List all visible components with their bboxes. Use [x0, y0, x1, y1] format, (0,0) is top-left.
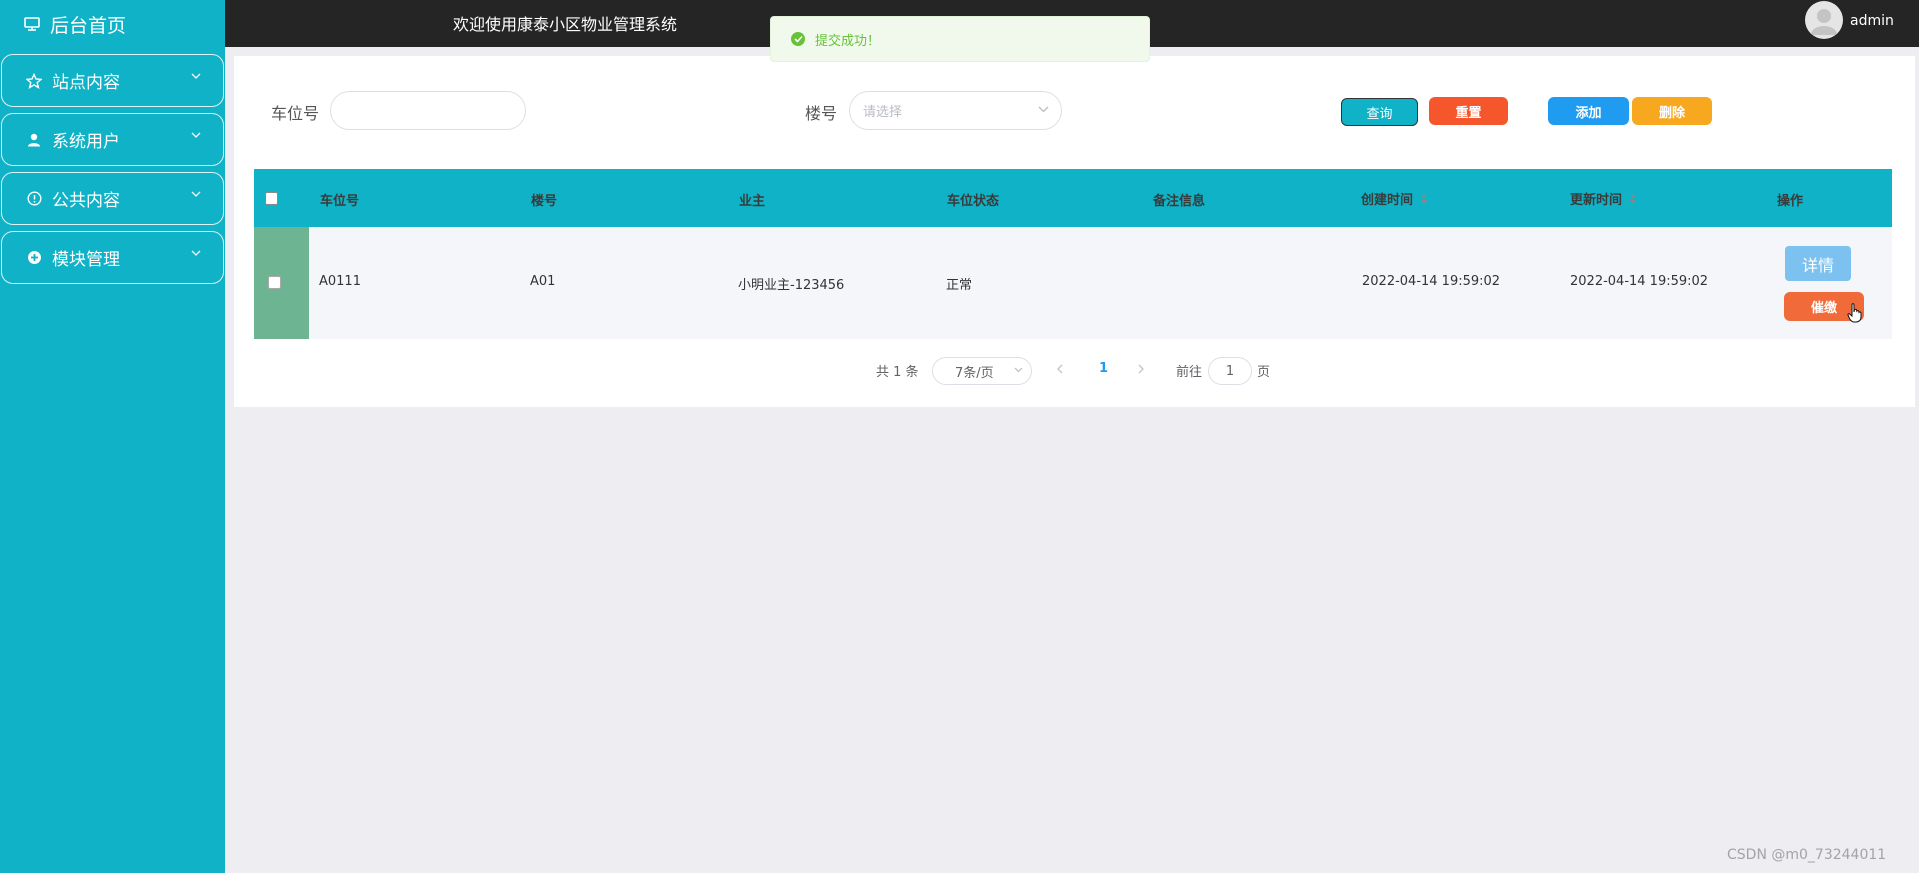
- goto-label: 前往: [1176, 364, 1203, 380]
- building-select[interactable]: 请选择: [849, 91, 1062, 130]
- chevron-down-icon: [1038, 106, 1049, 113]
- building-number-label: 楼号: [805, 104, 838, 123]
- goto-page-input[interactable]: 1: [1208, 357, 1252, 385]
- page-size-value: 7条/页: [955, 365, 994, 381]
- current-page[interactable]: 1: [1099, 361, 1108, 376]
- user-icon: [26, 132, 42, 148]
- sidebar-home[interactable]: 后台首页: [0, 0, 225, 48]
- reset-button[interactable]: 重置: [1429, 97, 1508, 125]
- username[interactable]: admin: [1850, 13, 1894, 29]
- column-header-created[interactable]: 创建时间: [1361, 189, 1428, 208]
- main-panel: 车位号 楼号 请选择 查询 重置 添加 删除 车位号 楼号 业主 车位状态 备注…: [234, 56, 1915, 407]
- sidebar-item-public-content[interactable]: 公共内容: [1, 172, 224, 225]
- column-header-updated-label: 更新时间: [1570, 193, 1623, 208]
- sidebar-item-label: 站点内容: [52, 73, 120, 93]
- user-avatar-icon: [1811, 9, 1837, 35]
- cell-owner: 小明业主-123456: [738, 278, 845, 293]
- row-select-cell: [254, 227, 309, 339]
- select-all-checkbox[interactable]: [265, 192, 278, 205]
- info-icon: [26, 191, 42, 207]
- chevron-down-icon: [191, 191, 201, 197]
- cell-updated: 2022-04-14 19:59:02: [1570, 274, 1709, 289]
- check-circle-icon: [791, 32, 805, 46]
- avatar[interactable]: [1805, 1, 1843, 39]
- cell-building: A01: [530, 274, 556, 289]
- table-row: A0111 A01 小明业主-123456 正常 2022-04-14 19:5…: [254, 227, 1892, 339]
- plus-circle-icon: [26, 250, 42, 266]
- column-header-created-label: 创建时间: [1361, 193, 1414, 208]
- column-header-parking-number: 车位号: [320, 194, 360, 209]
- cell-created: 2022-04-14 19:59:02: [1362, 274, 1501, 289]
- sidebar-item-label: 系统用户: [52, 132, 120, 152]
- building-select-placeholder: 请选择: [863, 105, 903, 120]
- chevron-down-icon: [1014, 367, 1023, 373]
- page-size-select[interactable]: 7条/页: [932, 357, 1032, 385]
- delete-button[interactable]: 删除: [1632, 97, 1712, 125]
- column-header-status: 车位状态: [947, 194, 1000, 209]
- column-header-building: 楼号: [531, 194, 558, 209]
- chevron-down-icon: [191, 132, 201, 138]
- sidebar-item-site-content[interactable]: 站点内容: [1, 54, 224, 107]
- cell-status: 正常: [946, 278, 973, 293]
- query-button[interactable]: 查询: [1341, 98, 1418, 126]
- chevron-down-icon: [191, 73, 201, 79]
- parking-number-input[interactable]: [330, 91, 526, 130]
- column-header-actions: 操作: [1777, 194, 1804, 209]
- sidebar-item-label: 模块管理: [52, 250, 120, 270]
- column-header-owner: 业主: [739, 194, 766, 209]
- pagination-total: 共 1 条: [876, 364, 919, 380]
- toast-message: 提交成功！: [815, 33, 881, 49]
- sidebar-home-label: 后台首页: [50, 14, 127, 37]
- parking-number-label: 车位号: [271, 104, 320, 123]
- detail-button[interactable]: 详情: [1785, 246, 1851, 281]
- sidebar: 后台首页 站点内容 系统用户 公共内容 模块管理: [0, 0, 225, 873]
- sidebar-item-module-management[interactable]: 模块管理: [1, 231, 224, 284]
- table-header: 车位号 楼号 业主 车位状态 备注信息 创建时间 更新时间 操作: [254, 169, 1892, 227]
- success-toast: 提交成功！: [770, 16, 1150, 62]
- chevron-down-icon: [191, 250, 201, 256]
- sort-icon[interactable]: [1629, 193, 1637, 205]
- page-suffix: 页: [1257, 364, 1271, 380]
- prev-page-icon[interactable]: [1057, 364, 1063, 374]
- monitor-icon: [24, 17, 40, 31]
- hand-cursor-icon: [1847, 303, 1863, 323]
- sidebar-item-label: 公共内容: [52, 191, 120, 211]
- app-title: 欢迎使用康泰小区物业管理系统: [453, 15, 678, 34]
- sidebar-item-system-users[interactable]: 系统用户: [1, 113, 224, 166]
- add-button[interactable]: 添加: [1548, 97, 1629, 125]
- column-header-remark: 备注信息: [1153, 194, 1206, 209]
- sort-icon[interactable]: [1420, 193, 1428, 205]
- cell-parking-number: A0111: [319, 274, 361, 289]
- watermark: CSDN @m0_73244011: [1727, 847, 1887, 863]
- row-checkbox[interactable]: [268, 276, 281, 289]
- next-page-icon[interactable]: [1138, 364, 1144, 374]
- star-icon: [26, 72, 42, 89]
- column-header-updated[interactable]: 更新时间: [1570, 189, 1637, 208]
